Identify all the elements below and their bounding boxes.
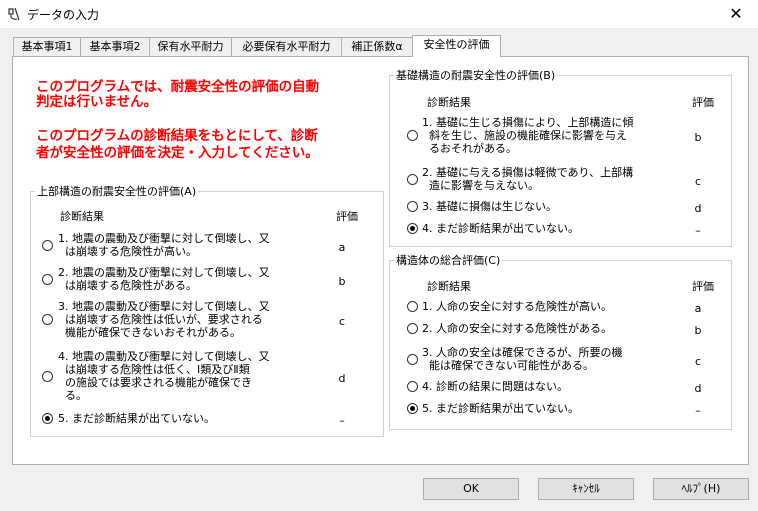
tab-correction-factor[interactable]: 補正係数α: [341, 37, 413, 56]
upper-option-1-line: 1. 地震の震動及び衝撃に対して倒壊し、又: [58, 232, 270, 245]
foundation-radio-1[interactable]: [407, 130, 418, 141]
tab-required-strength[interactable]: 必要保有水平耐力: [231, 37, 342, 56]
app-icon: [8, 7, 20, 21]
foundation-option-1-line: 斜を生じ、施設の機能確保に影響を与え: [429, 129, 627, 142]
foundation-option-1-line: 1. 基礎に生じる損傷により、上部構造に傾: [422, 116, 634, 129]
tab-retained-strength[interactable]: 保有水平耐力: [149, 37, 232, 56]
foundation-grade-3: d: [694, 202, 702, 215]
overall-grade-1: a: [694, 302, 702, 315]
upper-radio-4[interactable]: [42, 370, 53, 382]
overall-option-4[interactable]: 4. 診断の結果に問題はない。: [422, 380, 568, 393]
overall-grade-5: –: [695, 404, 701, 417]
upper-option-4[interactable]: 4. 地震の震動及び衝撃に対して倒壊し、又 は崩壊する危険性は低く、Ⅰ類及びⅡ類の…: [58, 350, 270, 402]
upper-option-2[interactable]: 2. 地震の震動及び衝撃に対して倒壊し、又 は崩壊する危険性がある。: [58, 266, 270, 292]
foundation-option-3-line: 3. 基礎に損傷は生じない。: [422, 200, 557, 213]
upper-radio-2[interactable]: [42, 273, 53, 285]
cancel-button[interactable]: ｷｬﾝｾﾙ: [538, 478, 634, 500]
overall-option-1[interactable]: 1. 人命の安全に対する危険性が高い。: [422, 300, 612, 313]
overall-radio-1[interactable]: [407, 301, 418, 312]
foundation-grade-2: c: [694, 174, 702, 188]
overall-option-3[interactable]: 3. 人命の安全は確保できるが、所要の機 能は確保できない可能性がある。: [422, 346, 623, 372]
overall-option-3-line: 3. 人命の安全は確保できるが、所要の機: [422, 346, 623, 359]
foundation-option-3[interactable]: 3. 基礎に損傷は生じない。: [422, 200, 557, 213]
upper-grade-3: c: [338, 315, 346, 328]
foundation-option-1[interactable]: 1. 基礎に生じる損傷により、上部構造に傾 斜を生じ、施設の機能確保に影響を与える…: [422, 116, 633, 155]
upper-col-result: 診断結果: [60, 210, 104, 223]
foundation-option-2-line: 造に影響を与えない。: [429, 179, 539, 192]
foundation-option-4[interactable]: 4. まだ診断結果が出ていない。: [422, 222, 579, 235]
window-title: データの入力: [27, 8, 100, 22]
tab-safety-evaluation[interactable]: 安全性の評価: [412, 35, 501, 57]
foundation-col-result: 診断結果: [427, 96, 471, 109]
upper-col-grade: 評価: [336, 210, 358, 223]
foundation-option-2-line: 2. 基礎に与える損傷は軽微であり、上部構: [422, 166, 634, 179]
foundation-option-1-line: るおそれがある。: [429, 142, 517, 155]
close-button[interactable]: ✕: [714, 0, 758, 28]
overall-radio-4[interactable]: [407, 381, 418, 392]
foundation-option-2[interactable]: 2. 基礎に与える損傷は軽微であり、上部構 造に影響を与えない。: [422, 166, 633, 192]
overall-option-2-line: 2. 人命の安全に対する危険性がある。: [422, 322, 612, 335]
overall-option-5[interactable]: 5. まだ診断結果が出ていない。: [422, 402, 579, 415]
overall-grade-2: b: [694, 324, 702, 337]
foundation-radio-3[interactable]: [407, 201, 418, 212]
upper-option-4-line: は崩壊する危険性は低く、Ⅰ類及びⅡ類: [65, 363, 250, 376]
upper-option-3-line: は崩壊する危険性は低いが、要求される: [65, 313, 263, 326]
overall-radio-2[interactable]: [407, 323, 418, 334]
upper-option-3-line: 3. 地震の震動及び衝撃に対して倒壊し、又: [58, 300, 270, 313]
overall-option-5-line: 5. まだ診断結果が出ていない。: [422, 402, 579, 415]
title-bar: データの入力 ✕: [0, 0, 758, 28]
upper-option-2-line: は崩壊する危険性がある。: [65, 279, 197, 292]
upper-option-4-line: 4. 地震の震動及び衝撃に対して倒壊し、又: [58, 350, 270, 363]
upper-grade-5: –: [339, 414, 345, 427]
upper-radio-3[interactable]: [42, 314, 53, 325]
upper-radio-1[interactable]: [42, 239, 53, 251]
overall-radio-3[interactable]: [407, 353, 418, 365]
upper-grade-1: a: [338, 240, 346, 254]
overall-option-2[interactable]: 2. 人命の安全に対する危険性がある。: [422, 322, 612, 335]
upper-option-5-line: 5. まだ診断結果が出ていない。: [58, 412, 215, 425]
upper-grade-4: d: [338, 371, 346, 385]
upper-option-1[interactable]: 1. 地震の震動及び衝撃に対して倒壊し、又 は崩壊する危険性が高い。: [58, 232, 270, 258]
upper-option-2-line: 2. 地震の震動及び衝撃に対して倒壊し、又: [58, 266, 270, 279]
foundation-radio-2[interactable]: [407, 173, 418, 185]
overall-option-1-line: 1. 人命の安全に対する危険性が高い。: [422, 300, 612, 313]
upper-option-3-line: 機能が確保できないおそれがある。: [65, 326, 241, 339]
overall-grade-3: c: [694, 354, 702, 368]
foundation-col-grade: 評価: [692, 96, 714, 109]
ok-button[interactable]: OK: [423, 478, 519, 500]
overall-grade-4: d: [694, 382, 702, 395]
upper-radio-5[interactable]: [42, 413, 53, 424]
overall-col-grade: 評価: [692, 280, 714, 293]
notice-line-4: 者が安全性の評価を決定・入力してください。: [36, 145, 319, 161]
overall-legend: 構造体の総合評価(C): [396, 254, 501, 267]
foundation-grade-1: b: [694, 131, 702, 144]
tab-basic-2[interactable]: 基本事項2: [80, 37, 150, 56]
overall-radio-5[interactable]: [407, 403, 418, 414]
foundation-radio-4[interactable]: [407, 223, 418, 234]
tab-basic-1[interactable]: 基本事項1: [13, 37, 81, 56]
upper-structure-legend: 上部構造の耐震安全性の評価(A): [37, 185, 197, 198]
help-button[interactable]: ﾍﾙﾌﾟ(H): [653, 478, 749, 500]
overall-col-result: 診断結果: [427, 280, 471, 293]
upper-option-5[interactable]: 5. まだ診断結果が出ていない。: [58, 412, 215, 425]
foundation-grade-4: –: [695, 224, 701, 237]
upper-option-3[interactable]: 3. 地震の震動及び衝撃に対して倒壊し、又 は崩壊する危険性は低いが、要求される機…: [58, 300, 270, 339]
notice-line-2: 判定は行いません。: [36, 94, 158, 110]
upper-option-4-line: の施設では要求される機能が確保でき: [65, 376, 252, 389]
upper-grade-2: b: [338, 274, 346, 288]
overall-option-3-line: 能は確保できない可能性がある。: [429, 359, 594, 372]
upper-option-4-line: る。: [65, 389, 87, 402]
foundation-option-4-line: 4. まだ診断結果が出ていない。: [422, 222, 579, 235]
upper-option-1-line: は崩壊する危険性が高い。: [65, 245, 197, 258]
overall-option-4-line: 4. 診断の結果に問題はない。: [422, 380, 568, 393]
foundation-legend: 基礎構造の耐震安全性の評価(B): [396, 69, 556, 82]
